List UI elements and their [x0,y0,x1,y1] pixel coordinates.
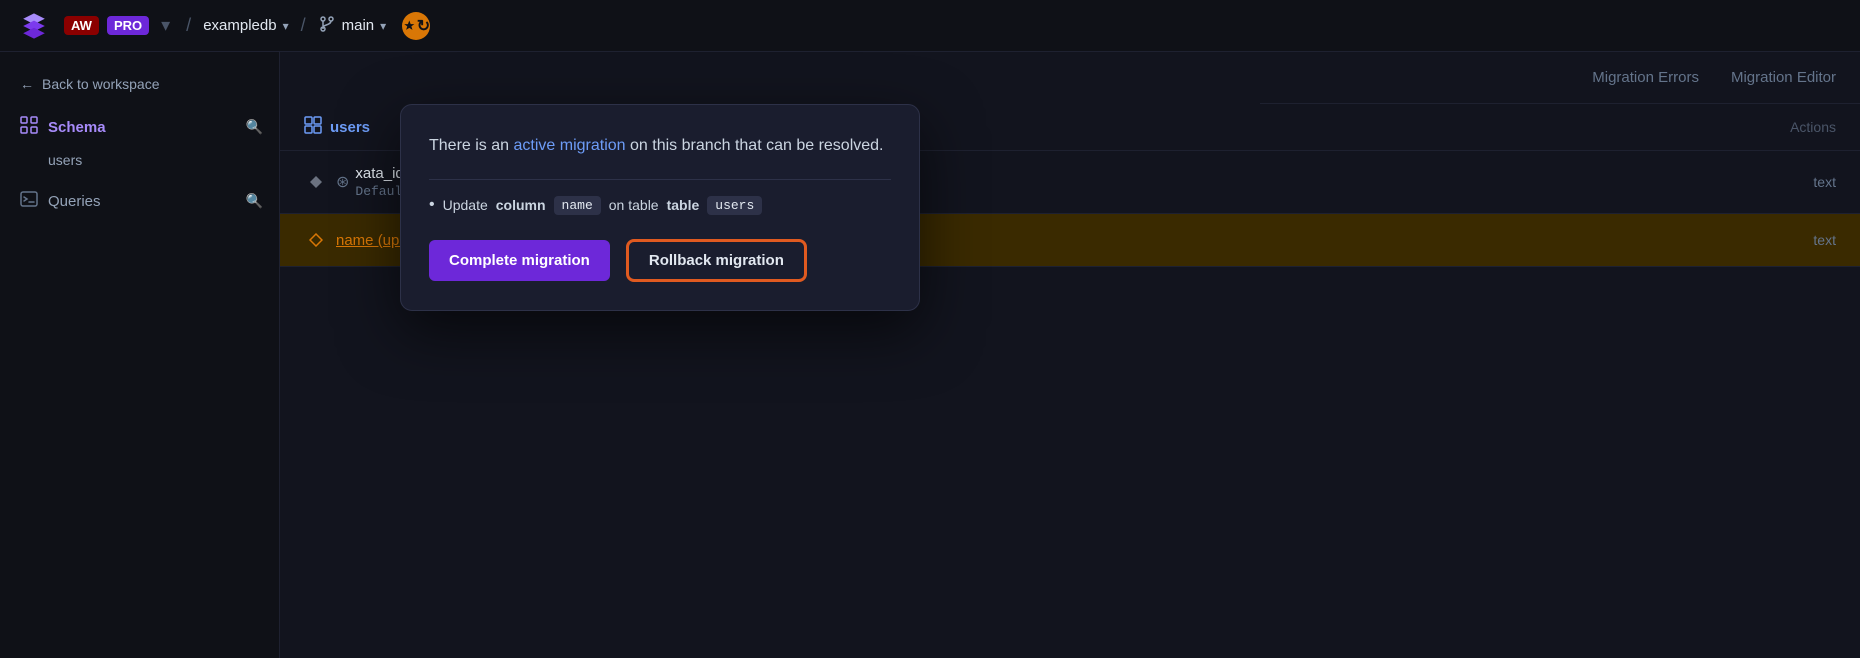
pro-badge: PRO [107,16,149,35]
popup-overlay: There is an active migration on this bra… [280,52,1860,658]
db-chevron-icon: ▾ [283,19,289,33]
path-sep-2: / [301,15,306,36]
schema-search-button[interactable]: 🔍 [246,119,263,136]
popup-table-label: table [667,197,700,213]
popup-text-suffix2: on this branch that can be resolved. [630,137,884,154]
topbar: AW PRO ▾ / exampledb ▾ / main ▾ ↻ [0,0,1860,52]
active-migration-link[interactable]: active migration [514,137,626,154]
queries-terminal-icon [20,190,38,212]
sidebar: ← Back to workspace Schema 🔍 users [0,52,280,658]
sidebar-item-schema[interactable]: Schema 🔍 [0,108,279,146]
db-selector[interactable]: exampledb ▾ [203,17,288,34]
main-layout: ← Back to workspace Schema 🔍 users [0,52,1860,658]
sidebar-queries-section: Queries 🔍 [0,182,279,220]
sidebar-queries-label: Queries [48,193,101,210]
sidebar-schema-section: Schema 🔍 users [0,108,279,174]
main-content: Migration Errors Migration Editor users [280,52,1860,658]
path-sep-1: / [186,15,191,36]
popup-column-value: name [554,196,601,215]
branch-selector[interactable]: main ▾ [318,15,387,37]
user-initials-badge: AW [64,16,99,35]
back-arrow-icon: ← [20,76,34,92]
sidebar-users-label: users [48,152,82,168]
popup-divider [429,179,891,180]
popup-bullet-prefix: Update [443,197,488,213]
bullet-icon: • [429,196,435,214]
popup-table-value: users [707,196,762,215]
notification-badge[interactable]: ↻ [402,12,430,40]
back-to-workspace-link[interactable]: ← Back to workspace [0,68,279,100]
rollback-migration-button[interactable]: Rollback migration [626,239,807,282]
complete-migration-button[interactable]: Complete migration [429,240,610,281]
migration-popup: There is an active migration on this bra… [400,104,920,311]
sidebar-item-queries[interactable]: Queries 🔍 [0,182,279,220]
popup-text-prefix: There is an [429,137,509,154]
popup-bullet: • Update column name on table table user… [429,196,891,215]
popup-column-label: column [496,197,546,213]
popup-on-label: on table [609,197,659,213]
schema-grid-icon [20,116,38,138]
separator-1: ▾ [161,15,170,36]
sidebar-users-item[interactable]: users [0,146,279,174]
app-logo[interactable] [16,8,52,44]
sidebar-schema-label: Schema [48,119,106,136]
branch-icon [318,15,336,37]
branch-name: main [342,17,375,34]
db-name: exampledb [203,17,276,34]
popup-description: There is an active migration on this bra… [429,133,891,159]
branch-chevron-icon: ▾ [380,19,386,33]
back-to-workspace-label: Back to workspace [42,76,160,92]
popup-actions: Complete migration Rollback migration [429,239,891,282]
queries-search-button[interactable]: 🔍 [246,193,263,210]
